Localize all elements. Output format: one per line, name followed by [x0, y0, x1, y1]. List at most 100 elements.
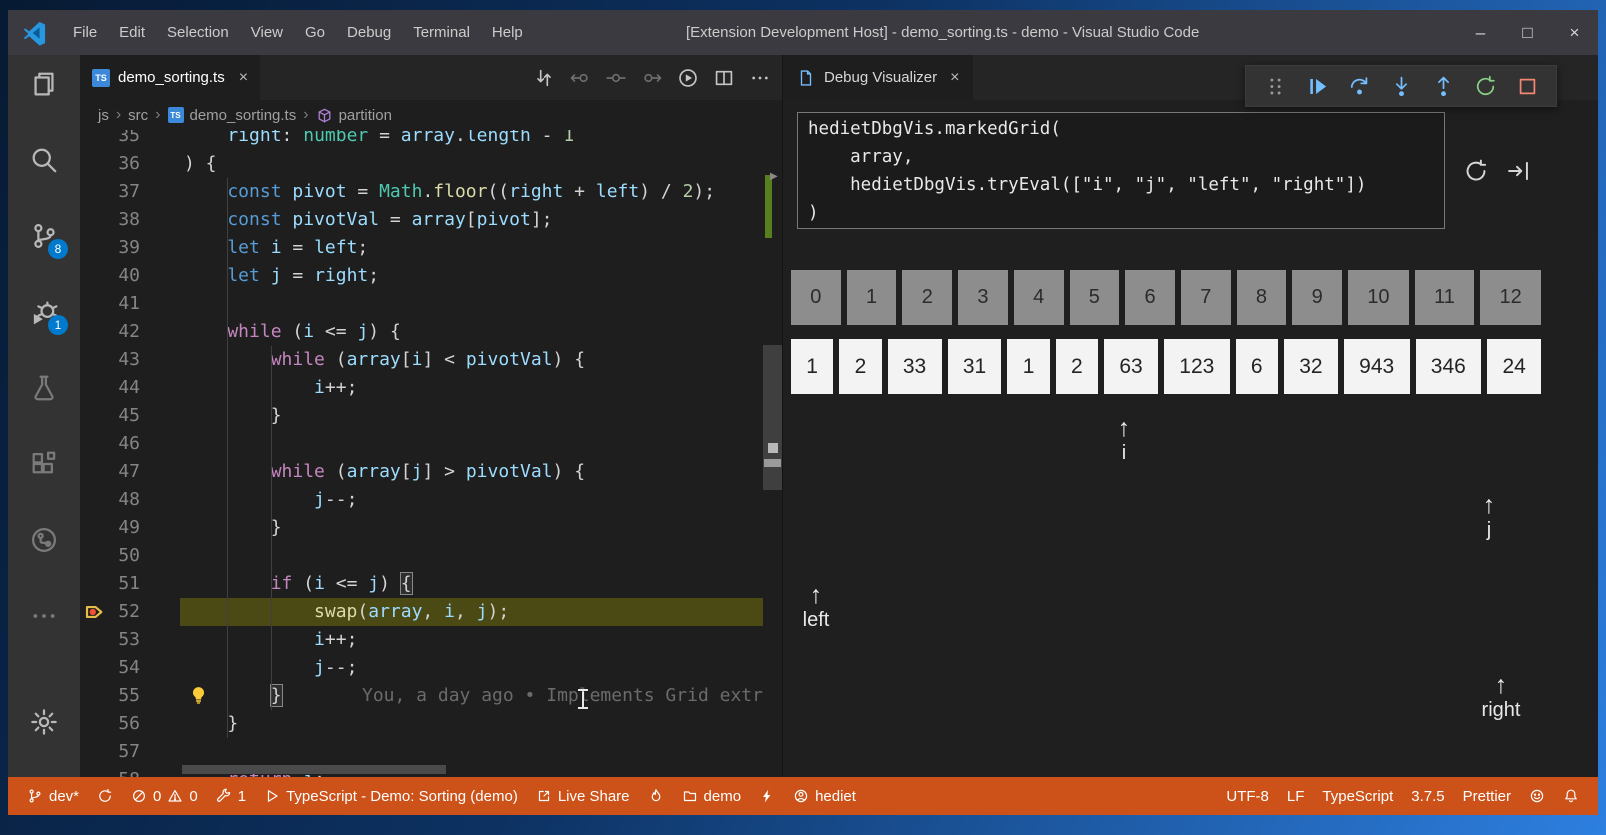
stop-button[interactable] — [1514, 73, 1540, 99]
status-feedback[interactable] — [1520, 777, 1554, 815]
menu-terminal[interactable]: Terminal — [402, 10, 481, 55]
marker-label: left — [803, 608, 830, 632]
menu-file[interactable]: File — [62, 10, 108, 55]
indent-guide — [227, 178, 228, 738]
panel-expander-icon[interactable]: ▶ — [770, 171, 778, 182]
navigate-forward-button[interactable] — [640, 66, 664, 90]
minimize-button[interactable]: – — [1457, 10, 1504, 55]
status-ts-version[interactable]: 3.7.5 — [1402, 777, 1453, 815]
menu-help[interactable]: Help — [481, 10, 534, 55]
menu-go[interactable]: Go — [294, 10, 336, 55]
expression-input[interactable]: hedietDbgVis.markedGrid( array, hedietDb… — [797, 112, 1445, 229]
activity-search[interactable] — [8, 131, 80, 189]
activity-extensions[interactable] — [8, 435, 80, 493]
status-label: 0 — [189, 788, 197, 805]
menu-view[interactable]: View — [240, 10, 294, 55]
menu-bar: FileEditSelectionViewGoDebugTerminalHelp — [62, 10, 534, 55]
menu-debug[interactable]: Debug — [336, 10, 402, 55]
status-eol[interactable]: LF — [1278, 777, 1314, 815]
status-sync[interactable] — [88, 777, 122, 815]
navback-icon — [569, 67, 591, 89]
status-workspace-folder[interactable]: demo — [673, 777, 751, 815]
line-number: 58 — [94, 766, 140, 777]
maximize-button[interactable]: □ — [1504, 10, 1551, 55]
step-over-button[interactable] — [1346, 73, 1372, 99]
line-number: 46 — [94, 430, 140, 458]
stepout-icon — [1432, 75, 1455, 98]
grid-index-cell: 2 — [902, 270, 952, 325]
extensions-icon — [29, 449, 59, 479]
split-editor-button[interactable] — [712, 66, 736, 90]
code-text: while (array[j] > pivotVal) { — [184, 458, 585, 486]
status-tools[interactable]: 1 — [207, 777, 255, 815]
ellipsis-icon — [29, 601, 59, 631]
code-editor[interactable]: 35 right: number = array.length - 136) {… — [80, 130, 763, 777]
status-label: Prettier — [1463, 788, 1511, 805]
more-actions-button[interactable] — [748, 66, 772, 90]
activity-more-views[interactable] — [8, 587, 80, 645]
activity-manage[interactable] — [8, 693, 80, 751]
code-line: 47 while (array[j] > pivotVal) { — [80, 458, 763, 486]
menu-edit[interactable]: Edit — [108, 10, 156, 55]
navigate-back-button[interactable] — [568, 66, 592, 90]
code-text: const pivotVal = array[pivot]; — [184, 206, 553, 234]
navigate-current-button[interactable] — [604, 66, 628, 90]
step-out-button[interactable] — [1430, 73, 1456, 99]
tab-demo-sorting[interactable]: TS demo_sorting.ts × — [80, 55, 260, 100]
refresh-icon — [1463, 158, 1489, 184]
close-tab-icon[interactable]: × — [239, 69, 248, 87]
activity-run-and-debug[interactable]: 1 — [8, 283, 80, 341]
indent-guide — [271, 346, 272, 710]
code-text: let j = right; — [184, 262, 379, 290]
code-text: while (i <= j) { — [184, 318, 401, 346]
status-zap[interactable] — [750, 777, 784, 815]
close-button[interactable]: × — [1551, 10, 1598, 55]
close-panel-icon[interactable]: × — [950, 69, 959, 87]
breadcrumb-item[interactable]: src — [128, 107, 148, 124]
activity-testing[interactable] — [8, 359, 80, 417]
horizontal-scrollbar-thumb[interactable] — [182, 765, 446, 774]
status-debug-session[interactable]: TypeScript - Demo: Sorting (demo) — [255, 777, 527, 815]
warning-icon — [167, 788, 183, 804]
debug-visualizer-panel: Debug Visualizer × hedietDbgVis.markedGr… — [782, 55, 1598, 777]
grid-value-cell: 346 — [1416, 339, 1482, 394]
vertical-scrollbar-thumb[interactable] — [763, 345, 782, 490]
drag-grip-button[interactable] — [1262, 73, 1288, 99]
activity-debug-visualizer-view[interactable] — [8, 511, 80, 569]
marker-arrow-icon: ↑ — [1482, 672, 1521, 698]
marker-left: ↑left — [803, 582, 830, 632]
code-line: 35 right: number = array.length - 1 — [80, 130, 763, 150]
status-problems[interactable]: 00 — [122, 777, 207, 815]
breadcrumb-item[interactable]: partition — [316, 107, 392, 124]
continue-button[interactable] — [1304, 73, 1330, 99]
code-text: } — [184, 402, 282, 430]
menu-selection[interactable]: Selection — [156, 10, 240, 55]
breadcrumb-item[interactable]: TSdemo_sorting.ts — [168, 107, 297, 124]
breadcrumb-label: src — [128, 107, 148, 124]
breadcrumb-separator: › — [116, 106, 121, 124]
status-git-branch[interactable]: dev* — [18, 777, 88, 815]
compare-changes-button[interactable] — [532, 66, 556, 90]
refresh-visualization-button[interactable] — [1463, 158, 1489, 184]
stepinto-icon — [1390, 75, 1413, 98]
activity-source-control[interactable]: 8 — [8, 207, 80, 265]
restart-button[interactable] — [1472, 73, 1498, 99]
status-encoding[interactable]: UTF-8 — [1217, 777, 1278, 815]
step-into-button[interactable] — [1388, 73, 1414, 99]
activity-explorer[interactable] — [8, 55, 80, 113]
file-icon — [797, 69, 815, 87]
status-language-mode[interactable]: TypeScript — [1313, 777, 1402, 815]
grid-value-cell: 32 — [1284, 339, 1338, 394]
status-account[interactable]: hediet — [784, 777, 865, 815]
breadcrumb-item[interactable]: js — [98, 107, 109, 124]
activity-badge: 8 — [48, 239, 68, 259]
status-formatter[interactable]: Prettier — [1454, 777, 1520, 815]
grid-value-cell: 1 — [791, 339, 833, 394]
run-code-button[interactable] — [676, 66, 700, 90]
open-expression-button[interactable] — [1505, 158, 1531, 184]
status-flame[interactable] — [639, 777, 673, 815]
status-notifications[interactable] — [1554, 777, 1588, 815]
status-live-share[interactable]: Live Share — [527, 777, 639, 815]
tab-debug-visualizer[interactable]: Debug Visualizer × — [783, 55, 973, 100]
status-label: dev* — [49, 788, 79, 805]
